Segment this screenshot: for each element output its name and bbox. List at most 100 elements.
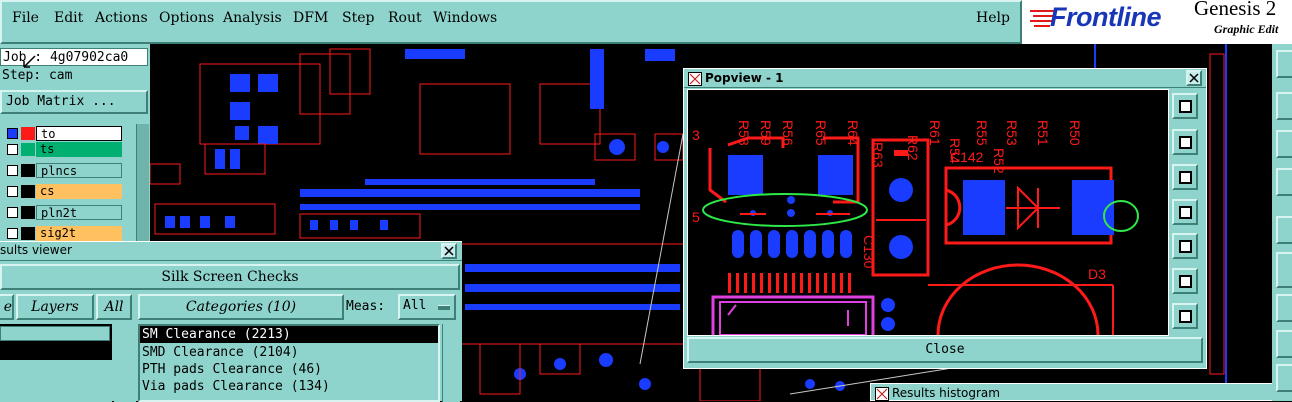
product-name: Genesis 2 (1194, 0, 1277, 20)
layers-list-row[interactable] (0, 326, 110, 341)
arrow-right-icon (1179, 240, 1192, 253)
pan-down-button[interactable] (1172, 164, 1198, 190)
layers-list[interactable] (0, 324, 112, 402)
brand-area: Frontline Genesis 2 Graphic Edit (1022, 0, 1292, 44)
layers-list-empty (0, 360, 112, 402)
check-set-heading: Silk Screen Checks (0, 264, 460, 290)
menu-windows[interactable]: Windows (433, 10, 497, 26)
zoom-out-button[interactable] (1172, 268, 1198, 294)
layer-row-pln2t[interactable]: pln2t (4, 205, 122, 220)
categories-scrollbar[interactable] (442, 324, 460, 402)
category-item-via-pads-clearance[interactable]: Via pads Clearance (134) (142, 378, 330, 395)
layers-list-spacer (114, 324, 136, 402)
step-label: Step: cam (2, 68, 73, 83)
layer-row-plncs[interactable]: plncs (4, 163, 122, 178)
layer-color-swatch (21, 164, 35, 177)
tool-button[interactable] (1276, 130, 1292, 158)
c130-label: C130 (861, 235, 877, 269)
pan-left-button[interactable] (1172, 199, 1198, 225)
zoom-in-button[interactable] (1172, 303, 1198, 329)
window-menu-icon[interactable] (688, 72, 702, 86)
cursor-arrow-icon (22, 54, 36, 68)
arrow-up-icon (1179, 136, 1192, 149)
layer-checkbox[interactable] (7, 228, 18, 239)
zoom-fit-button[interactable] (1172, 93, 1198, 119)
popview-canvas[interactable]: R58 R59 R56 R65 R64 R63 R61 R62 R54 R55 … (687, 89, 1169, 336)
layer-color-swatch (21, 127, 35, 140)
c142-label: C142 (950, 149, 984, 165)
menu-dfm[interactable]: DFM (293, 10, 328, 26)
menu-file[interactable]: File (12, 10, 39, 26)
pan-up-button[interactable] (1172, 129, 1198, 155)
menu-edit[interactable]: Edit (54, 10, 83, 26)
layer-checkbox[interactable] (7, 144, 18, 155)
tool-button[interactable] (1276, 330, 1292, 358)
popview-titlebar: Popview - 1 (684, 69, 1206, 88)
menu-rout[interactable]: Rout (388, 10, 422, 26)
meas-value: All (403, 298, 427, 313)
results-histogram-title: Results histogram (892, 386, 1000, 400)
layer-checkbox[interactable] (7, 128, 18, 139)
layer-row-cs[interactable]: cs (4, 184, 122, 199)
refdes-label: R53 (1004, 120, 1020, 146)
tool-button[interactable] (1276, 252, 1292, 288)
tool-button[interactable] (1276, 364, 1292, 392)
layer-name: sig2t (36, 226, 122, 241)
pin-label: 5 (692, 209, 700, 225)
meas-label: Meas: (346, 299, 386, 314)
refdes-label: R50 (1067, 120, 1083, 146)
layer-row-to[interactable]: to (4, 126, 122, 141)
layer-color-swatch (21, 185, 35, 198)
layer-name: pln2t (36, 205, 122, 220)
tool-button[interactable] (1276, 50, 1292, 78)
tool-button[interactable] (1276, 216, 1292, 244)
right-toolbar (1272, 44, 1292, 401)
close-icon[interactable] (441, 243, 457, 259)
popview-close-button[interactable]: Close (687, 337, 1203, 363)
popview-zoom-graphics: R58 R59 R56 R65 R64 R63 R61 R62 R54 R55 … (692, 120, 1139, 335)
category-item-smd-clearance[interactable]: SMD Clearance (2104) (142, 344, 299, 361)
layer-list-scrollbar[interactable] (136, 124, 149, 244)
menu-actions[interactable]: Actions (95, 10, 148, 26)
menu-analysis[interactable]: Analysis (223, 10, 282, 26)
category-item-pth-pads-clearance[interactable]: PTH pads Clearance (46) (142, 361, 322, 378)
results-viewer-title: sults viewer (0, 243, 72, 257)
layer-row-ts[interactable]: ts (4, 142, 122, 157)
tab-left-button[interactable]: e (0, 294, 14, 320)
job-matrix-button[interactable]: Job Matrix ... (0, 90, 148, 114)
layers-tab-button[interactable]: Layers (16, 294, 94, 320)
layers-list-row[interactable] (0, 343, 110, 358)
refdes-label: R65 (813, 120, 829, 146)
window-menu-icon[interactable] (875, 387, 889, 401)
menu-step[interactable]: Step (342, 10, 374, 26)
product-subtitle: Graphic Edit (1214, 22, 1279, 36)
layer-checkbox[interactable] (7, 207, 18, 218)
job-panel: Job : 4g07902ca0 Step: cam Job Matrix ..… (0, 44, 150, 244)
layer-row-sig2t[interactable]: sig2t (4, 226, 122, 241)
meas-dropdown[interactable]: All (398, 294, 456, 320)
layer-checkbox[interactable] (7, 165, 18, 176)
refdes-label: R51 (1035, 120, 1051, 146)
violation-highlight[interactable] (702, 193, 868, 227)
menu-options[interactable]: Options (159, 10, 214, 26)
layer-name: to (36, 126, 122, 141)
tool-button[interactable] (1276, 168, 1292, 196)
category-item-sm-clearance[interactable]: SM Clearance (2213) (142, 326, 291, 343)
tool-button[interactable] (1276, 92, 1292, 120)
refdes-label: R59 (758, 120, 774, 146)
layer-name: ts (36, 142, 122, 157)
categories-tab-button[interactable]: Categories (10) (138, 294, 344, 320)
results-viewer-window: sults viewer Silk Screen Checks e Layers… (0, 241, 462, 402)
pan-right-button[interactable] (1172, 233, 1198, 259)
menu-help[interactable]: Help (976, 10, 1010, 26)
arrow-down-icon (1179, 171, 1192, 184)
close-icon[interactable] (1186, 70, 1202, 86)
layer-checkbox[interactable] (7, 186, 18, 197)
popview-window: Popview - 1 R58 R59 R56 R65 R64 R63 R61 … (683, 68, 1207, 369)
results-viewer-titlebar: sults viewer (0, 242, 462, 261)
tool-button[interactable] (1276, 294, 1292, 322)
d3-label: D3 (1088, 266, 1106, 282)
layers-all-button[interactable]: All (96, 294, 132, 320)
refdes-label: R55 (974, 120, 990, 146)
refdes-label: R52 (991, 148, 1007, 174)
